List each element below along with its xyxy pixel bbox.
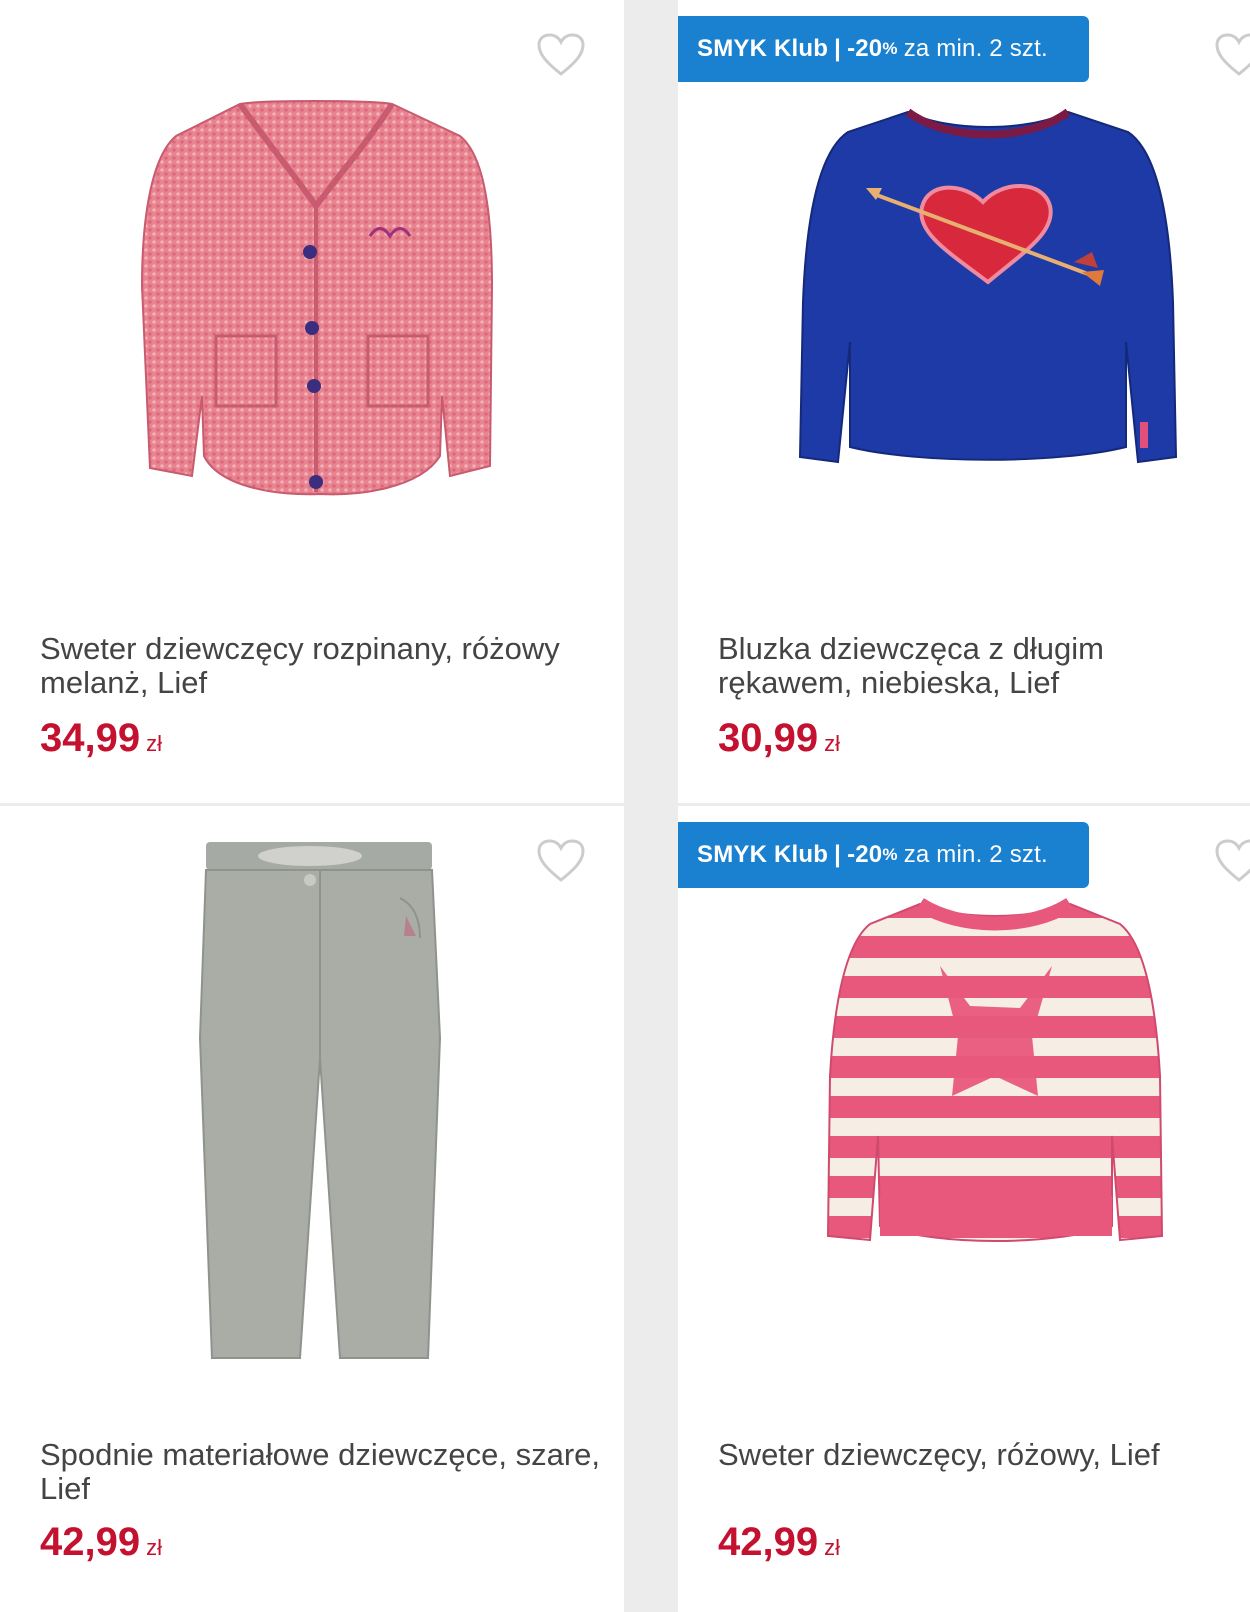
- product-image[interactable]: [120, 96, 510, 506]
- product-card[interactable]: SMYK Klub | -20% za min. 2 szt. Bluzka d…: [678, 0, 1250, 803]
- product-image[interactable]: [798, 102, 1178, 474]
- badge-discount: -20: [847, 841, 883, 868]
- product-title[interactable]: Sweter dziewczęcy rozpinany, różowy mela…: [40, 632, 604, 700]
- badge-condition: za min. 2 szt.: [903, 841, 1048, 868]
- product-price: 42,99 zł: [40, 1520, 162, 1565]
- price-amount: 42,99: [718, 1520, 819, 1564]
- product-card[interactable]: SMYK Klub | -20% za min. 2 szt. Sweter d…: [678, 806, 1250, 1612]
- price-amount: 30,99: [718, 716, 819, 760]
- product-card[interactable]: Sweter dziewczęcy rozpinany, różowy mela…: [0, 0, 624, 803]
- badge-brand: SMYK Klub: [697, 841, 829, 868]
- product-price: 42,99 zł: [718, 1520, 840, 1565]
- price-amount: 34,99: [40, 716, 141, 760]
- product-title[interactable]: Bluzka dziewczęca z długim rękawem, nieb…: [718, 632, 1230, 700]
- heart-outline-icon[interactable]: [1214, 32, 1250, 78]
- product-price: 34,99 zł: [40, 716, 162, 761]
- smyk-klub-promo-badge: SMYK Klub | -20% za min. 2 szt.: [678, 16, 1089, 82]
- product-image[interactable]: [190, 838, 450, 1378]
- price-currency: zł: [146, 1535, 162, 1560]
- badge-percent: %: [882, 845, 898, 864]
- price-currency: zł: [824, 1535, 840, 1560]
- heart-outline-icon[interactable]: [1214, 838, 1250, 884]
- badge-percent: %: [882, 39, 898, 58]
- price-currency: zł: [146, 731, 162, 756]
- heart-outline-icon[interactable]: [536, 838, 586, 884]
- badge-condition: za min. 2 szt.: [903, 35, 1048, 62]
- badge-discount: -20: [847, 35, 883, 62]
- price-currency: zł: [824, 731, 840, 756]
- badge-separator: |: [834, 841, 842, 868]
- product-title[interactable]: Spodnie materiałowe dziewczęce, szare, L…: [40, 1438, 604, 1506]
- price-amount: 42,99: [40, 1520, 141, 1564]
- product-title[interactable]: Sweter dziewczęcy, różowy, Lief: [718, 1438, 1230, 1472]
- smyk-klub-promo-badge: SMYK Klub | -20% za min. 2 szt.: [678, 822, 1089, 888]
- product-price: 30,99 zł: [718, 716, 840, 761]
- product-image[interactable]: [820, 896, 1170, 1248]
- badge-brand: SMYK Klub: [697, 35, 829, 62]
- product-card[interactable]: Spodnie materiałowe dziewczęce, szare, L…: [0, 806, 624, 1612]
- heart-outline-icon[interactable]: [536, 32, 586, 78]
- badge-separator: |: [834, 35, 842, 62]
